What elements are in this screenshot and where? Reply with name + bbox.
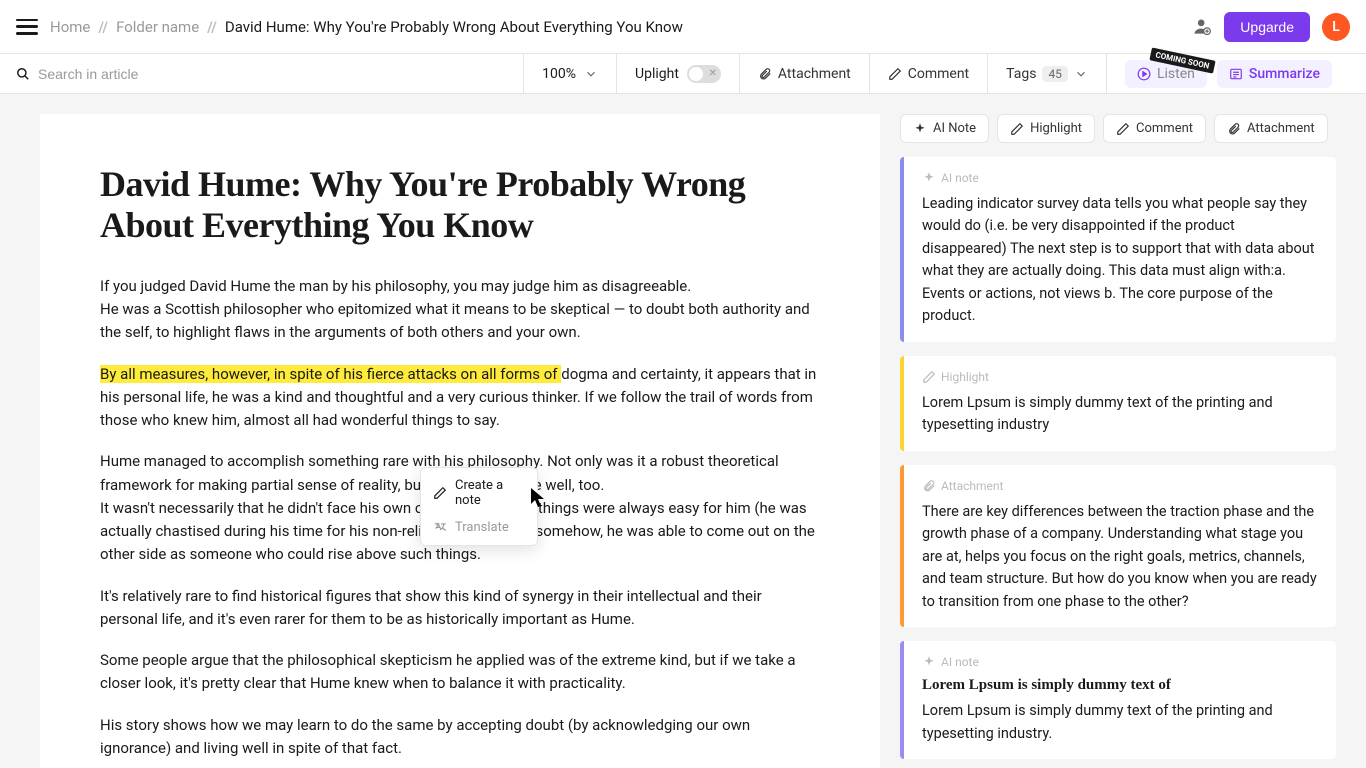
paperclip-icon bbox=[758, 67, 772, 81]
search-icon bbox=[16, 67, 30, 81]
note-type-label: AI note bbox=[922, 171, 1320, 185]
breadcrumb-folder[interactable]: Folder name bbox=[116, 18, 199, 36]
tab-attachment[interactable]: Attachment bbox=[1214, 114, 1328, 143]
note-text: Leading indicator survey data tells you … bbox=[922, 193, 1320, 328]
note-type-label: Highlight bbox=[922, 370, 1320, 384]
breadcrumb-sep-icon: // bbox=[98, 18, 108, 36]
article-paragraph: It's relatively rare to find historical … bbox=[100, 585, 820, 632]
breadcrumb: Home // Folder name // David Hume: Why Y… bbox=[50, 18, 683, 36]
create-note-menu-item[interactable]: Create a note bbox=[425, 472, 533, 514]
hamburger-menu[interactable] bbox=[16, 19, 38, 35]
note-text: Lorem Lpsum is simply dummy text of the … bbox=[922, 392, 1320, 437]
article-pane: David Hume: Why You're Probably Wrong Ab… bbox=[40, 114, 880, 768]
article-paragraph: His story shows how we may learn to do t… bbox=[100, 714, 820, 761]
note-text: There are key differences between the tr… bbox=[922, 501, 1320, 613]
sparkle-icon bbox=[922, 655, 936, 669]
attachment-button[interactable]: Attachment bbox=[758, 66, 851, 82]
highlighted-text[interactable]: By all measures, however, in spite of hi… bbox=[100, 365, 561, 383]
tags-label: Tags bbox=[1006, 66, 1036, 82]
paperclip-icon bbox=[922, 479, 936, 493]
upgrade-button[interactable]: Upgarde bbox=[1224, 12, 1310, 42]
notes-sidebar: AI Note Highlight Comment Attachment AI … bbox=[880, 94, 1366, 768]
create-note-label: Create a note bbox=[455, 478, 525, 508]
chevron-down-icon bbox=[1074, 67, 1088, 81]
pencil-icon bbox=[433, 486, 447, 500]
tags-count: 45 bbox=[1042, 66, 1068, 82]
attachment-label: Attachment bbox=[778, 66, 851, 82]
translate-menu-item[interactable]: Translate bbox=[425, 514, 533, 541]
breadcrumb-current: David Hume: Why You're Probably Wrong Ab… bbox=[225, 18, 683, 36]
uplight-toggle[interactable]: ✕ bbox=[687, 65, 721, 83]
translate-label: Translate bbox=[455, 520, 509, 535]
cursor-icon bbox=[531, 488, 547, 508]
add-user-icon[interactable] bbox=[1192, 17, 1212, 37]
sparkle-icon bbox=[913, 122, 927, 136]
tags-button[interactable]: Tags 45 bbox=[1006, 66, 1088, 82]
article-title: David Hume: Why You're Probably Wrong Ab… bbox=[100, 164, 820, 247]
note-card[interactable]: Attachment There are key differences bet… bbox=[900, 465, 1336, 627]
note-title: Lorem Lpsum is simply dummy text of bbox=[922, 677, 1320, 694]
highlighter-icon bbox=[1010, 122, 1024, 136]
tab-highlight[interactable]: Highlight bbox=[997, 114, 1095, 143]
translate-icon bbox=[433, 521, 447, 535]
article-paragraph: By all measures, however, in spite of hi… bbox=[100, 363, 820, 433]
search-input[interactable] bbox=[38, 66, 288, 82]
note-card[interactable]: Highlight Lorem Lpsum is simply dummy te… bbox=[900, 356, 1336, 451]
summarize-label: Summarize bbox=[1249, 66, 1320, 82]
pencil-icon bbox=[1116, 122, 1130, 136]
comment-button[interactable]: Comment bbox=[888, 66, 969, 82]
uplight-label: Uplight bbox=[635, 66, 679, 82]
note-card[interactable]: AI note Leading indicator survey data te… bbox=[900, 157, 1336, 342]
tab-comment[interactable]: Comment bbox=[1103, 114, 1206, 143]
comment-label: Comment bbox=[908, 66, 969, 82]
sparkle-icon bbox=[922, 171, 936, 185]
article-paragraph: Some people argue that the philosophical… bbox=[100, 649, 820, 696]
listen-button: Listen COMING SOON bbox=[1125, 60, 1207, 88]
close-icon: ✕ bbox=[709, 68, 717, 79]
pencil-icon bbox=[888, 67, 902, 81]
tab-ai-note[interactable]: AI Note bbox=[900, 114, 989, 143]
article-paragraph: If you judged David Hume the man by his … bbox=[100, 275, 820, 345]
zoom-level[interactable]: 100% bbox=[542, 66, 576, 82]
list-icon bbox=[1229, 67, 1243, 81]
context-menu: Create a note Translate bbox=[420, 467, 538, 546]
avatar[interactable]: L bbox=[1322, 13, 1350, 41]
note-type-label: AI note bbox=[922, 655, 1320, 669]
note-text: Lorem Lpsum is simply dummy text of the … bbox=[922, 700, 1320, 745]
play-icon bbox=[1137, 67, 1151, 81]
breadcrumb-sep-icon: // bbox=[207, 18, 217, 36]
breadcrumb-home[interactable]: Home bbox=[50, 18, 90, 36]
summarize-button[interactable]: Summarize bbox=[1217, 60, 1332, 88]
paperclip-icon bbox=[1227, 122, 1241, 136]
note-card[interactable]: AI note Lorem Lpsum is simply dummy text… bbox=[900, 641, 1336, 759]
highlighter-icon bbox=[922, 370, 936, 384]
note-type-label: Attachment bbox=[922, 479, 1320, 493]
chevron-down-icon[interactable] bbox=[584, 67, 598, 81]
